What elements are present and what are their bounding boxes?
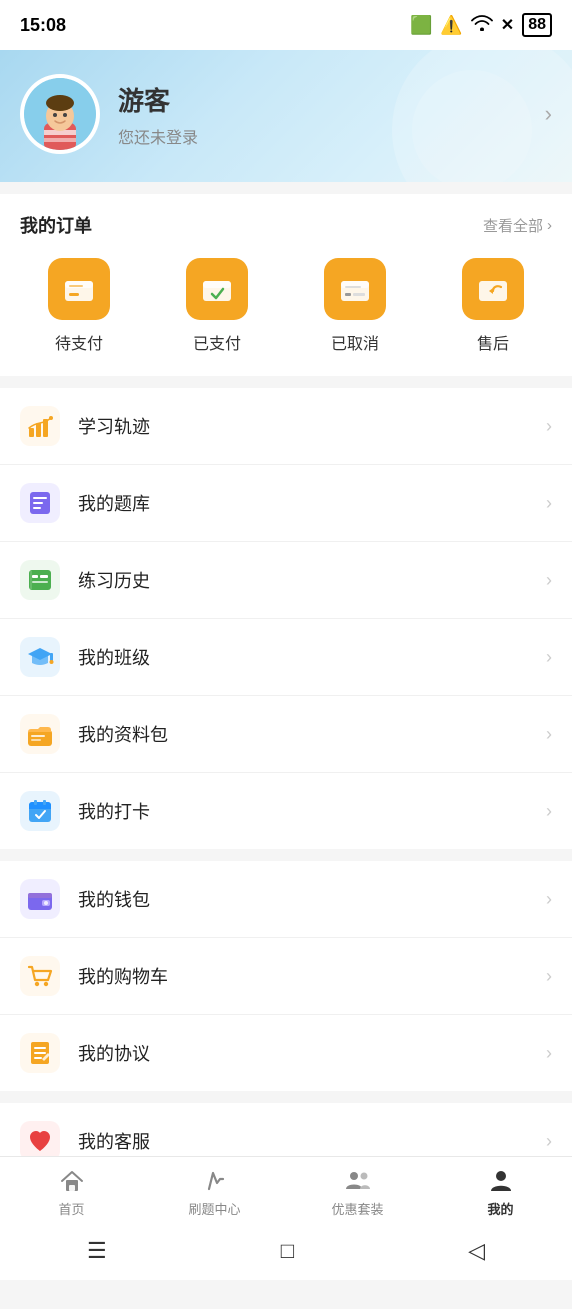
practice-history-icon [26,566,54,594]
mine-nav-label: 我的 [487,1199,513,1218]
my-agreement-icon [26,1039,54,1067]
my-class-icon-wrap [20,637,60,677]
question-bank-arrow: › [546,493,552,514]
order-icons-row: 待支付 已支付 [0,252,572,376]
study-track-icon [26,412,54,440]
orders-section: 我的订单 查看全部 › 待支付 [0,194,572,376]
profile-arrow[interactable]: › [545,101,552,127]
menu-item-practice-history[interactable]: 练习历史 › [0,542,572,619]
order-cancelled[interactable]: 已取消 [324,258,386,354]
nav-item-home[interactable]: 首页 [32,1167,112,1218]
orders-title: 我的订单 [20,212,92,238]
my-wallet-icon [26,885,54,913]
battery-icon: 88 [522,13,552,37]
profile-info: 游客 您还未登录 [118,81,527,148]
practice-history-icon-wrap [20,560,60,600]
my-agreement-icon-wrap [20,1033,60,1073]
order-cancelled-label: 已取消 [331,330,379,354]
avatar-svg [24,78,96,150]
status-bar: 15:08 🟩 ⚠️ ✕ 88 [0,0,572,50]
my-agreement-label: 我的协议 [78,1040,546,1066]
menu-item-my-checkin[interactable]: 我的打卡 › [0,773,572,849]
my-checkin-icon-wrap [20,791,60,831]
wifi-icon [471,15,493,36]
home-nav-icon [58,1167,86,1195]
nav-item-deals[interactable]: 优惠套装 [318,1167,398,1218]
profile-header[interactable]: 游客 您还未登录 › [0,50,572,182]
profile-name: 游客 [118,81,527,118]
question-bank-icon-wrap [20,483,60,523]
nav-bar: 首页 刷题中心 优惠套装 我的 [0,1157,572,1224]
my-wallet-arrow: › [546,889,552,910]
menu-item-my-materials[interactable]: 我的资料包 › [0,696,572,773]
order-pending-label: 待支付 [55,330,103,354]
my-class-icon [26,643,54,671]
status-time: 15:08 [20,15,66,36]
view-all-orders[interactable]: 查看全部 › [483,215,552,236]
study-track-icon-wrap [20,406,60,446]
question-bank-label: 我的题库 [78,490,546,516]
nav-item-mine[interactable]: 我的 [461,1167,541,1218]
signal-x-icon: ✕ [501,15,514,35]
menu-group-finance: 我的钱包 › 我的购物车 › 我的协议 [0,861,572,1091]
question-bank-icon [26,489,54,517]
my-service-label: 我的客服 [78,1128,546,1154]
my-cart-icon-wrap [20,956,60,996]
profile-subtitle: 您还未登录 [118,124,527,148]
practice-history-label: 练习历史 [78,567,546,593]
warning-icon: ⚠️ [440,15,462,36]
my-materials-icon-wrap [20,714,60,754]
order-aftersale-label: 售后 [477,330,509,354]
order-aftersale[interactable]: 售后 [462,258,524,354]
status-icons: 🟩 ⚠️ ✕ 88 [410,13,552,37]
order-pending[interactable]: 待支付 [48,258,110,354]
deals-nav-icon [344,1167,372,1195]
home-nav-label: 首页 [58,1199,84,1218]
my-checkin-arrow: › [546,801,552,822]
notification-icon: 🟩 [410,15,432,36]
my-materials-icon [26,720,54,748]
my-class-label: 我的班级 [78,644,546,670]
menu-group-learning: 学习轨迹 › 我的题库 › 练习历史 › [0,388,572,849]
study-track-arrow: › [546,416,552,437]
sys-back-btn[interactable]: ◁ [448,1234,505,1268]
bottom-nav: 首页 刷题中心 优惠套装 我的 [0,1156,572,1280]
system-nav: ☰ □ ◁ [0,1224,572,1280]
practice-nav-icon [201,1167,229,1195]
menu-item-my-class[interactable]: 我的班级 › [0,619,572,696]
sys-menu-btn[interactable]: ☰ [67,1234,127,1268]
my-service-icon-wrap [20,1121,60,1161]
my-wallet-label: 我的钱包 [78,886,546,912]
menu-item-my-cart[interactable]: 我的购物车 › [0,938,572,1015]
my-cart-icon [26,962,54,990]
orders-header: 我的订单 查看全部 › [0,194,572,252]
menu-item-study-track[interactable]: 学习轨迹 › [0,388,572,465]
menu-item-my-agreement[interactable]: 我的协议 › [0,1015,572,1091]
menu-item-my-wallet[interactable]: 我的钱包 › [0,861,572,938]
order-paid-label: 已支付 [193,330,241,354]
avatar [20,74,100,154]
my-materials-arrow: › [546,724,552,745]
practice-history-arrow: › [546,570,552,591]
my-materials-label: 我的资料包 [78,721,546,747]
sys-home-btn[interactable]: □ [261,1234,314,1268]
my-service-icon [26,1127,54,1155]
my-service-arrow: › [546,1131,552,1152]
nav-item-practice[interactable]: 刷题中心 [175,1167,255,1218]
my-class-arrow: › [546,647,552,668]
my-checkin-label: 我的打卡 [78,798,546,824]
my-wallet-icon-wrap [20,879,60,919]
mine-nav-icon [487,1167,515,1195]
deals-nav-label: 优惠套装 [331,1199,383,1218]
menu-item-question-bank[interactable]: 我的题库 › [0,465,572,542]
my-cart-arrow: › [546,966,552,987]
order-paid[interactable]: 已支付 [186,258,248,354]
my-agreement-arrow: › [546,1043,552,1064]
practice-nav-label: 刷题中心 [188,1199,240,1218]
my-cart-label: 我的购物车 [78,963,546,989]
my-checkin-icon [26,797,54,825]
study-track-label: 学习轨迹 [78,413,546,439]
